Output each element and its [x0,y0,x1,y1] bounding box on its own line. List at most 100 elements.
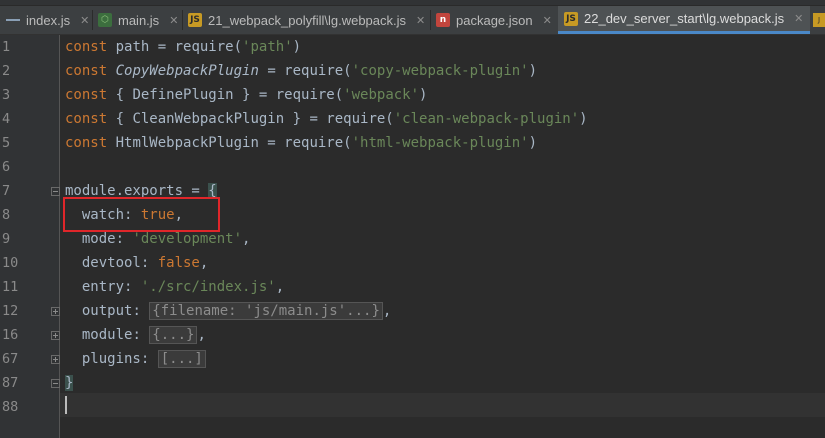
boolean-literal: false [157,255,200,271]
code-text: , [199,255,209,271]
close-icon[interactable]: ✕ [80,14,89,27]
code-text: : [115,231,133,247]
folded-region[interactable]: [...] [157,350,206,368]
identifier: CopyWebpackPlugin [115,63,259,79]
property-name: devtool [65,255,141,271]
code-line-87: } [65,371,74,395]
code-line-11: entry: './src/index.js', [65,275,284,299]
line-number: 9 [2,231,11,247]
line-number: 12 [2,303,19,319]
text-caret [65,396,67,414]
code-editor[interactable]: 1 2 3 4 5 6 7 8 9 10 11 12 16 67 87 88 c… [0,35,825,438]
line-number: 2 [2,63,11,79]
folded-region[interactable]: {filename: 'js/main.js'...} [149,302,383,320]
code-text: ) [528,63,538,79]
tab-label: 22_dev_server_start\lg.webpack.js [584,11,785,26]
string-literal: 'path' [242,39,293,55]
code-text: , [382,303,392,319]
line-number: 8 [2,207,11,223]
line-number: 16 [2,327,19,343]
js-file-icon: JS [188,13,202,27]
tab-package-json[interactable]: n package.json ✕ [430,6,558,34]
tab-label: main.js [118,12,160,28]
fold-expand-icon[interactable] [51,331,60,340]
code-line-1: const path = require('path') [65,35,301,59]
line-number: 88 [2,399,19,415]
close-icon[interactable]: ✕ [794,12,803,25]
code-text: ( [233,39,243,55]
fold-end-icon[interactable] [51,379,60,388]
line-number: 1 [2,39,11,55]
line-number: 10 [2,255,19,271]
line-number: 4 [2,111,11,127]
code-text: : [132,303,150,319]
keyword: const [65,87,108,103]
fold-expand-icon[interactable] [51,307,60,316]
keyword: const [65,63,108,79]
keyword: const [65,135,108,151]
string-literal: 'webpack' [343,87,420,103]
tab-dev-server-webpack-js[interactable]: JS 22_dev_server_start\lg.webpack.js ✕ [558,6,810,34]
string-literal: 'development' [132,231,243,247]
string-literal: 'html-webpack-plugin' [351,135,529,151]
current-line-highlight [60,393,825,417]
code-text: , [197,327,206,343]
close-icon[interactable]: ✕ [416,14,425,27]
code-text: = require( [258,63,352,79]
nodejs-icon: ⬡ [98,13,112,27]
keyword: const [65,39,108,55]
property-name: mode [65,231,116,247]
tab-overflow-icon[interactable]: J [813,6,825,34]
gutter-divider [59,35,60,438]
fold-expand-icon[interactable] [51,355,60,364]
code-text: : [140,351,158,367]
js-file-icon: JS [564,11,578,26]
code-line-2: const CopyWebpackPlugin = require('copy-… [65,59,537,83]
close-icon[interactable]: ✕ [169,14,178,27]
code-text: ) [419,87,428,103]
editor-tab-bar: index.js ✕ ⬡ main.js ✕ JS 21_webpack_pol… [0,0,825,35]
string-literal: 'copy-webpack-plugin' [351,63,529,79]
tab-index-js[interactable]: index.js ✕ [0,6,92,34]
code-line-4: const { CleanWebpackPlugin } = require('… [65,107,588,131]
code-text: ) [292,39,302,55]
tab-polyfill-webpack-js[interactable]: JS 21_webpack_polyfill\lg.webpack.js ✕ [182,6,430,34]
annotation-highlight-box [63,197,220,232]
npm-package-icon: n [436,13,450,27]
code-text: : [132,327,150,343]
property-name: module [65,327,133,343]
code-text: , [242,231,251,247]
code-text: ) [528,135,538,151]
code-text: HtmlWebpackPlugin = require( [107,135,352,151]
tab-main-js[interactable]: ⬡ main.js ✕ [92,6,182,34]
line-number: 6 [2,159,11,175]
code-line-5: const HtmlWebpackPlugin = require('html-… [65,131,537,155]
code-text: path = [107,39,175,55]
line-number: 87 [2,375,19,391]
brace: } [65,375,74,391]
property-name: entry [65,279,125,295]
code-line-10: devtool: false, [65,251,208,275]
code-line-16: module: {...}, [65,323,206,347]
folded-region[interactable]: {...} [149,326,198,344]
fold-collapse-icon[interactable] [51,187,60,196]
code-text: require [174,39,234,55]
code-text: { CleanWebpackPlugin } = require( [107,111,394,127]
line-number: 67 [2,351,19,367]
code-text: : [140,255,158,271]
property-name: plugins [65,351,141,367]
close-icon[interactable]: ✕ [543,14,552,27]
property-name: output [65,303,133,319]
string-literal: 'clean-webpack-plugin' [393,111,580,127]
code-line-12: output: {filename: 'js/main.js'...}, [65,299,391,323]
code-text: ) [579,111,588,127]
code-line-3: const { DefinePlugin } = require('webpac… [65,83,427,107]
code-text: : [124,279,141,295]
structure-icon [6,13,21,27]
line-number: 3 [2,87,11,103]
keyword: const [65,111,108,127]
code-line-67: plugins: [...] [65,347,206,371]
tab-label: package.json [456,12,533,28]
code-text: { DefinePlugin } = require( [107,87,344,103]
line-number: 7 [2,183,11,199]
